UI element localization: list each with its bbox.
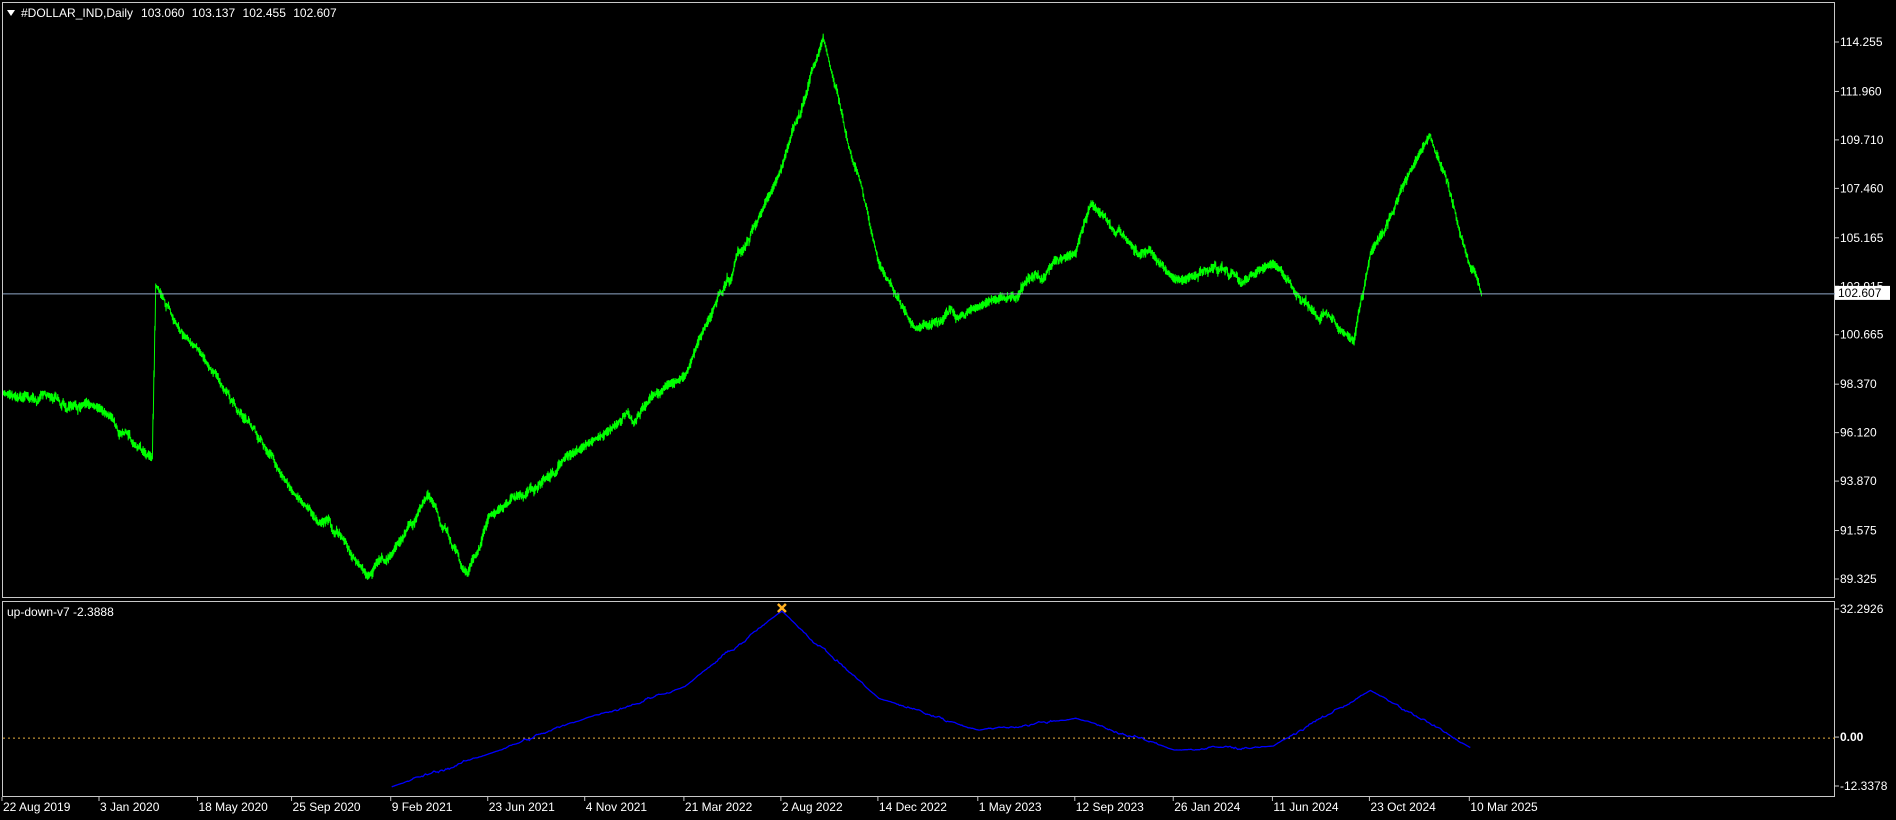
time-axis-label: 23 Jun 2021 [489,800,555,814]
symbol-label: #DOLLAR_IND,Daily [21,6,134,20]
price-axis-label: 107.460 [1840,181,1884,195]
indicator-value: -2.3888 [73,605,114,619]
time-axis-label: 1 May 2023 [979,800,1042,814]
collapse-triangle-icon[interactable] [7,10,15,16]
time-axis-label: 9 Feb 2021 [392,800,453,814]
price-axis-label: 98.370 [1840,377,1877,391]
indicator-axis-label: 0.00 [1840,730,1864,744]
main-price-pane[interactable]: #DOLLAR_IND,Daily 103.060 103.137 102.45… [2,2,1836,599]
open-value: 103.060 [141,6,185,20]
close-value: 102.607 [293,6,337,20]
indicator-name: up-down-v7 [7,605,70,619]
price-axis-label: 89.325 [1840,572,1877,586]
time-axis-label: 2 Aug 2022 [782,800,843,814]
current-price-box [1835,285,1890,300]
price-axis-label: 96.120 [1840,426,1877,440]
chart-window[interactable]: #DOLLAR_IND,Daily 103.060 103.137 102.45… [0,0,1896,820]
time-axis-label: 11 Jun 2024 [1273,800,1338,814]
indicator-axis-label: -12.3378 [1840,779,1888,793]
ohlc-values: 103.060 103.137 102.455 102.607 [141,6,341,20]
time-axis-label: 10 Mar 2025 [1470,800,1538,814]
price-axis-label: 111.960 [1840,84,1882,98]
price-axis-label: 109.710 [1840,133,1884,147]
price-line [3,33,1482,580]
price-axis-label: 105.165 [1840,231,1884,245]
price-axis-label: 100.665 [1840,328,1884,342]
price-axis-label: 93.870 [1840,474,1877,488]
time-axis-label: 23 Oct 2024 [1370,800,1436,814]
time-axis-label: 12 Sep 2023 [1076,800,1144,814]
time-axis-label: 25 Sep 2020 [293,800,361,814]
time-axis-label: 26 Jan 2024 [1174,800,1240,814]
indicator-header: up-down-v7 -2.3888 [7,605,114,619]
time-axis-label: 18 May 2020 [198,800,268,814]
indicator-pane[interactable]: up-down-v7 -2.3888 [2,601,1836,798]
price-axis-label: 102.915 [1840,279,1884,293]
price-axis-label: 91.575 [1840,524,1877,538]
main-header: #DOLLAR_IND,Daily 103.060 103.137 102.45… [7,6,341,20]
indicator-chart[interactable] [3,602,1836,798]
indicator-axis-label: 32.2926 [1840,602,1884,616]
price-chart[interactable] [3,3,1836,599]
low-value: 102.455 [242,6,286,20]
current-price-label: 102.607 [1838,286,1882,300]
price-axis-label: 114.255 [1840,35,1883,49]
time-axis-label: 4 Nov 2021 [586,800,648,814]
time-axis-label: 3 Jan 2020 [100,800,160,814]
time-axis-label: 21 Mar 2022 [685,800,753,814]
high-value: 103.137 [191,6,236,20]
time-axis-label: 14 Dec 2022 [879,800,947,814]
time-axis-label: 22 Aug 2019 [3,800,71,814]
price-series [3,33,1482,580]
indicator-line [391,610,1471,788]
